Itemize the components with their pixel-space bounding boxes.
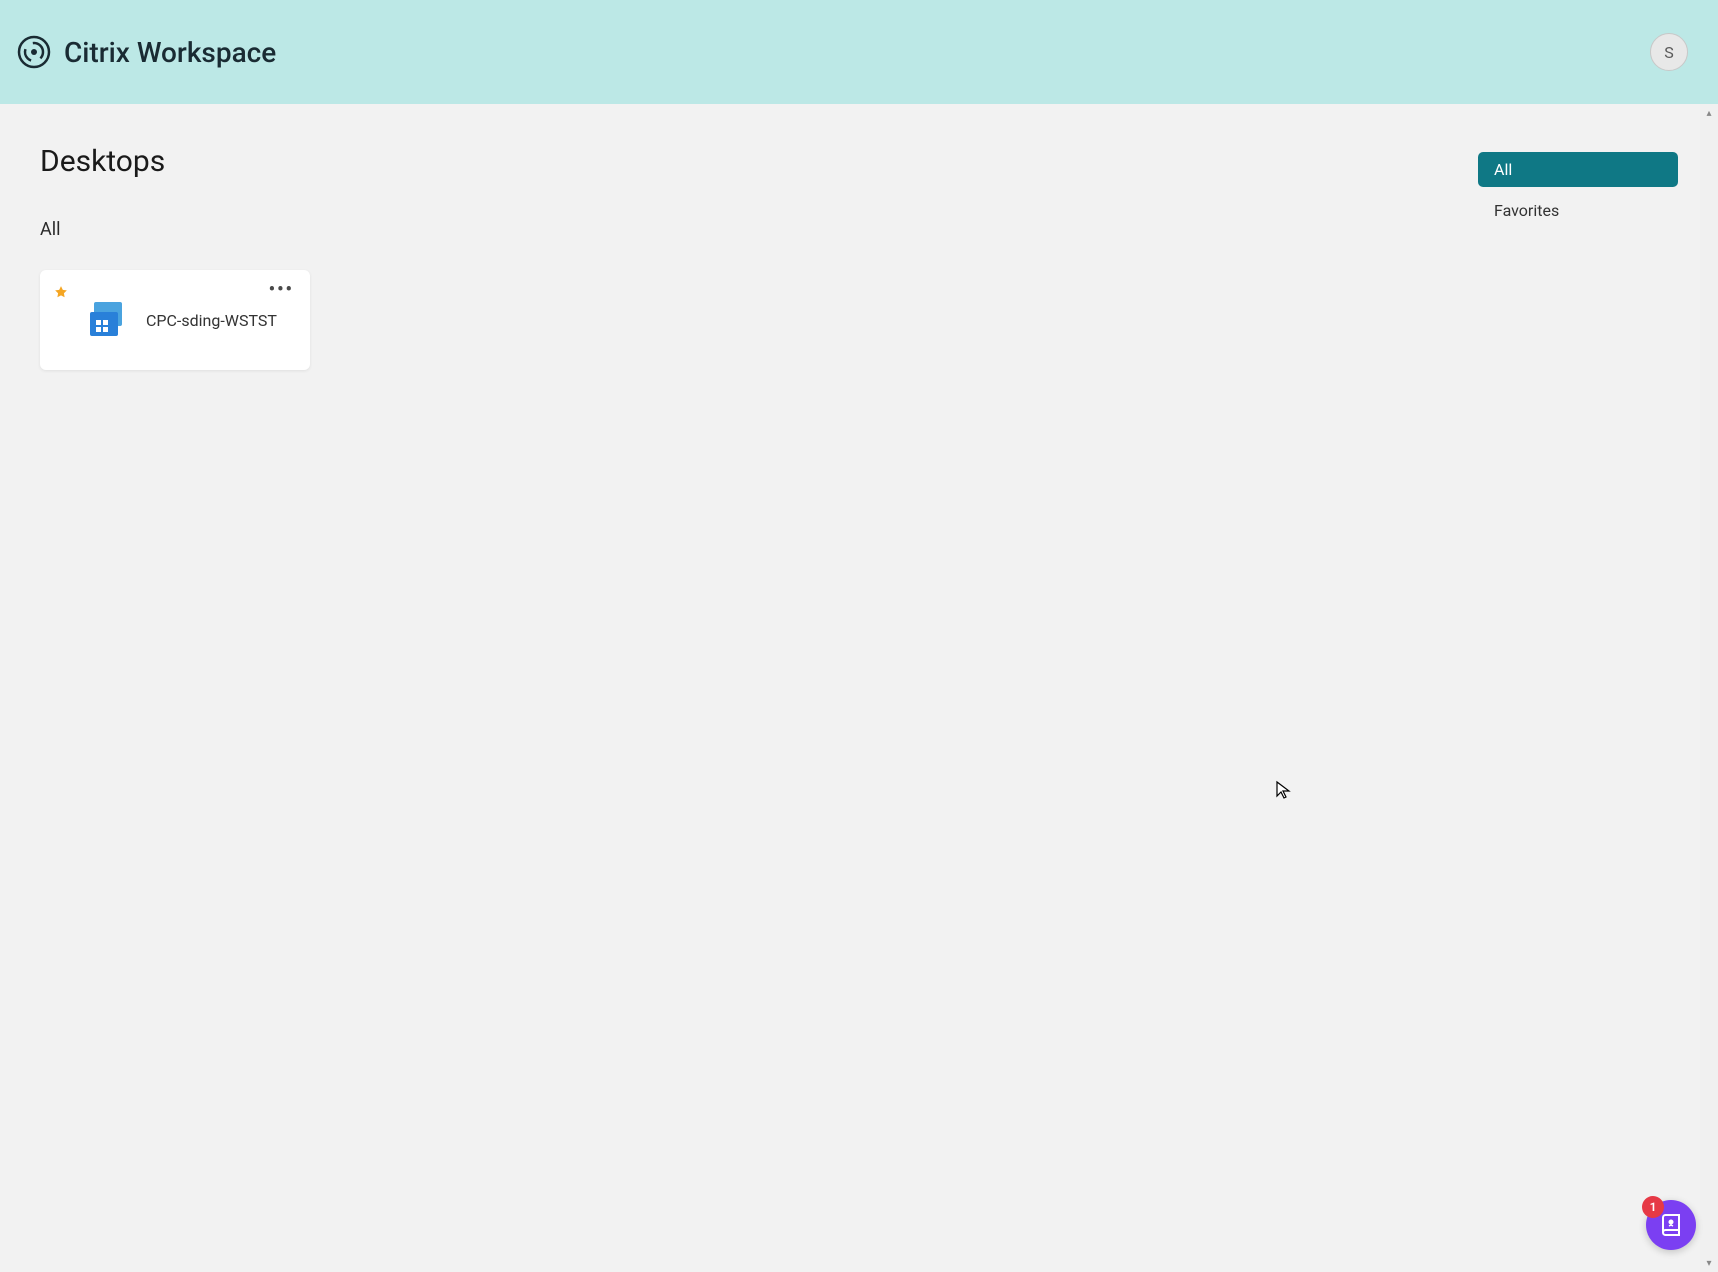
badge-count: 1 [1650, 1200, 1657, 1214]
section-label: All [40, 219, 1678, 240]
scrollbar-up-icon[interactable]: ▴ [1700, 104, 1718, 122]
card-menu-icon[interactable]: ••• [269, 286, 294, 294]
main-content: Desktops All ••• CPC-sding-WSTST [0, 104, 1718, 370]
cursor-icon [1275, 780, 1293, 804]
avatar-initial: S [1664, 43, 1674, 62]
book-icon [1659, 1213, 1683, 1237]
filter-tabs: All Favorites [1478, 152, 1678, 228]
brand-logo[interactable]: Citrix Workspace [14, 32, 276, 72]
citrix-logo-icon [14, 32, 54, 72]
scrollbar-down-icon[interactable]: ▾ [1700, 1254, 1718, 1272]
user-avatar[interactable]: S [1650, 33, 1688, 71]
filter-tab-favorites[interactable]: Favorites [1478, 193, 1678, 228]
help-widget-button[interactable]: 1 [1646, 1200, 1696, 1250]
scrollbar[interactable]: ▴ ▾ [1700, 104, 1718, 1272]
header-bar: Citrix Workspace S [0, 0, 1718, 104]
desktop-monitor-icon [86, 298, 130, 342]
desktop-card[interactable]: ••• CPC-sding-WSTST [40, 270, 310, 370]
desktop-name: CPC-sding-WSTST [146, 311, 277, 330]
brand-name: Citrix Workspace [64, 36, 276, 69]
page-title: Desktops [40, 144, 1678, 179]
favorite-star-icon[interactable] [54, 284, 68, 303]
notification-badge: 1 [1642, 1196, 1664, 1218]
content-area: Desktops All ••• CPC-sding-WSTST [40, 144, 1678, 370]
filter-tab-all[interactable]: All [1478, 152, 1678, 187]
